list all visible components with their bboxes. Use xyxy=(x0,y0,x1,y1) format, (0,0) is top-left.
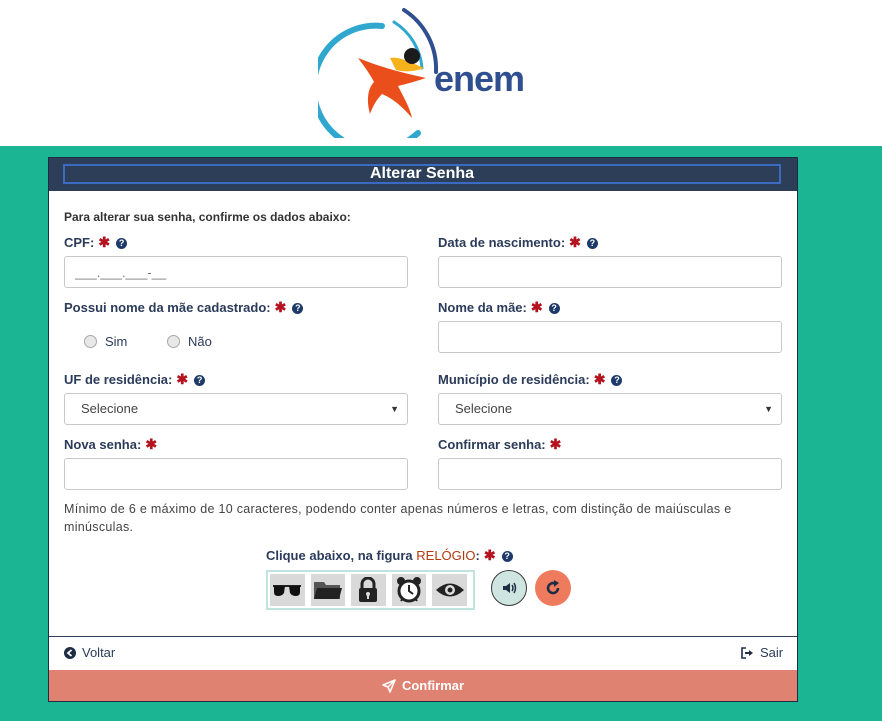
caret-down-icon: ▼ xyxy=(390,404,399,414)
uf-label: UF de residência: ✱? xyxy=(64,371,206,388)
cpf-label: CPF: ✱? xyxy=(64,234,128,251)
mother-name-label: Nome da mãe: ✱? xyxy=(438,299,560,316)
captcha-label: Clique abaixo, na figura RELÓGIO: ✱? xyxy=(266,547,513,564)
sign-out-icon xyxy=(741,646,753,659)
radio-nao[interactable]: Não xyxy=(167,334,212,349)
card-header: Alterar Senha xyxy=(49,158,797,191)
exit-link[interactable]: Sair xyxy=(741,645,783,660)
required-icon: ✱ xyxy=(549,436,562,452)
mother-registered-radio-group: Sim Não xyxy=(84,334,212,349)
mother-name-input[interactable] xyxy=(438,321,782,353)
captcha-target: RELÓGIO xyxy=(416,548,476,563)
arrow-left-circle-icon xyxy=(64,646,76,659)
required-icon: ✱ xyxy=(274,299,287,315)
required-icon: ✱ xyxy=(98,234,111,250)
municipio-label: Município de residência: ✱? xyxy=(438,371,623,388)
audio-captcha-button[interactable] xyxy=(491,570,527,606)
help-icon[interactable]: ? xyxy=(611,375,623,386)
radio-sim[interactable]: Sim xyxy=(84,334,127,349)
send-icon xyxy=(382,678,396,693)
birth-date-label: Data de nascimento: ✱? xyxy=(438,234,598,251)
required-icon: ✱ xyxy=(569,234,581,250)
help-icon[interactable]: ? xyxy=(501,551,513,562)
required-icon: ✱ xyxy=(593,371,606,387)
radio-circle[interactable] xyxy=(84,335,97,348)
help-icon[interactable]: ? xyxy=(116,238,128,249)
help-icon[interactable]: ? xyxy=(586,238,598,249)
confirm-password-label: Confirmar senha: ✱ xyxy=(438,436,562,452)
help-icon[interactable]: ? xyxy=(194,375,206,386)
cpf-input[interactable] xyxy=(64,256,408,288)
captcha-images xyxy=(266,570,475,610)
caret-down-icon: ▼ xyxy=(764,404,773,414)
change-password-card: Alterar Senha Para alterar sua senha, co… xyxy=(48,157,798,702)
eye-icon[interactable] xyxy=(432,574,467,606)
refresh-captcha-button[interactable] xyxy=(535,570,571,606)
required-icon: ✱ xyxy=(483,547,496,563)
help-icon[interactable]: ? xyxy=(292,303,304,314)
radio-circle[interactable] xyxy=(167,335,181,348)
password-hint: Mínimo de 6 e máximo de 10 caracteres, p… xyxy=(64,502,732,534)
confirm-button[interactable]: Confirmar xyxy=(49,670,797,701)
help-icon[interactable]: ? xyxy=(548,303,560,314)
intro-text: Para alterar sua senha, confirme os dado… xyxy=(64,210,351,224)
glasses-icon[interactable] xyxy=(270,574,305,606)
confirm-password-input[interactable] xyxy=(438,458,782,490)
footer-divider xyxy=(49,636,797,637)
municipio-select[interactable]: Selecione ▼ xyxy=(438,393,782,425)
new-password-label: Nova senha: ✱ xyxy=(64,436,158,452)
new-password-input[interactable] xyxy=(64,458,408,490)
folder-icon[interactable] xyxy=(310,574,346,606)
birth-date-input[interactable] xyxy=(438,256,782,288)
back-link[interactable]: Voltar xyxy=(64,645,115,660)
required-icon: ✱ xyxy=(530,299,543,315)
required-icon: ✱ xyxy=(145,436,158,452)
mother-registered-label: Possui nome da mãe cadastrado: ✱? xyxy=(64,299,304,316)
lock-icon[interactable] xyxy=(351,574,386,606)
alarm-clock-icon[interactable] xyxy=(391,574,427,606)
uf-select[interactable]: Selecione ▼ xyxy=(64,393,408,425)
speaker-icon xyxy=(503,582,517,594)
required-icon: ✱ xyxy=(176,371,189,387)
logo-text: enem xyxy=(434,58,525,99)
enem-logo: enem xyxy=(310,6,528,153)
refresh-icon xyxy=(546,580,560,595)
card-title: Alterar Senha xyxy=(63,164,781,184)
